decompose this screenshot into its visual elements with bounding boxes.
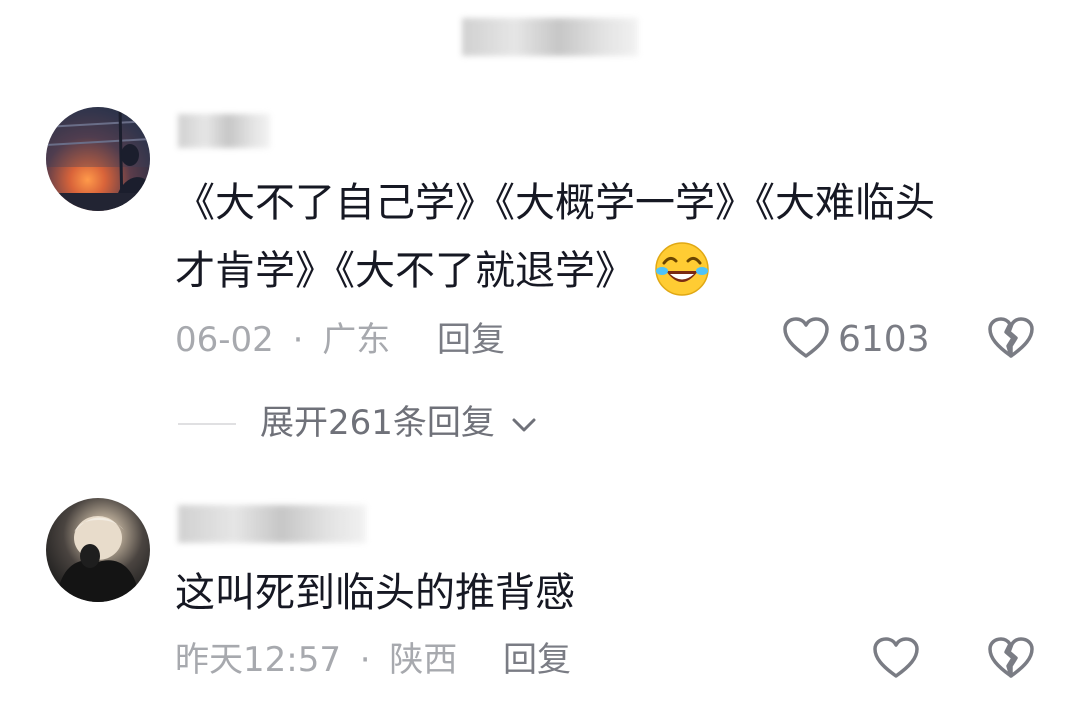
commenter-avatar[interactable] <box>46 498 150 602</box>
meta-separator: · <box>292 320 304 360</box>
like-count: 6103 <box>838 319 930 360</box>
commenter-username-blurred[interactable] <box>178 505 366 543</box>
broken-heart-icon[interactable] <box>987 316 1035 360</box>
comment-text-line2: 才肯学》《大不了就退学》 <box>175 238 710 304</box>
heart-outline-icon[interactable] <box>782 316 830 360</box>
laughing-crying-emoji-icon <box>654 242 709 296</box>
commenter-username-blurred[interactable] <box>178 114 270 148</box>
expand-replies-label: 展开261条回复 <box>260 403 495 443</box>
broken-heart-icon[interactable] <box>987 636 1035 680</box>
comment-meta: 昨天12:57 · 陕西 <box>175 640 457 680</box>
reply-button[interactable]: 回复 <box>437 320 505 360</box>
comment-date: 06-02 <box>175 320 274 360</box>
comment-location: 广东 <box>322 320 391 360</box>
expand-replies-button[interactable]: 展开261条回复 <box>260 403 538 443</box>
heart-outline-icon[interactable] <box>872 636 920 680</box>
chevron-down-icon <box>512 418 536 431</box>
comment-text-line2-content: 才肯学》《大不了就退学》 <box>175 248 635 294</box>
comment-text-line1: 《大不了自己学》《大概学一学》《大难临头 <box>175 180 935 226</box>
reply-button[interactable]: 回复 <box>503 640 571 680</box>
blurred-header-title <box>462 18 638 56</box>
comment-meta: 06-02 · 广东 <box>175 320 390 360</box>
comment-date: 昨天12:57 <box>175 640 341 680</box>
avatar-photo-icon <box>56 516 140 602</box>
expand-divider-line <box>178 423 236 425</box>
comment-location: 陕西 <box>389 640 458 680</box>
avatar-silhouette-icon <box>46 107 150 211</box>
meta-separator: · <box>359 640 371 680</box>
comment-text-line1: 这叫死到临头的推背感 <box>175 570 575 616</box>
commenter-avatar[interactable] <box>46 107 150 211</box>
